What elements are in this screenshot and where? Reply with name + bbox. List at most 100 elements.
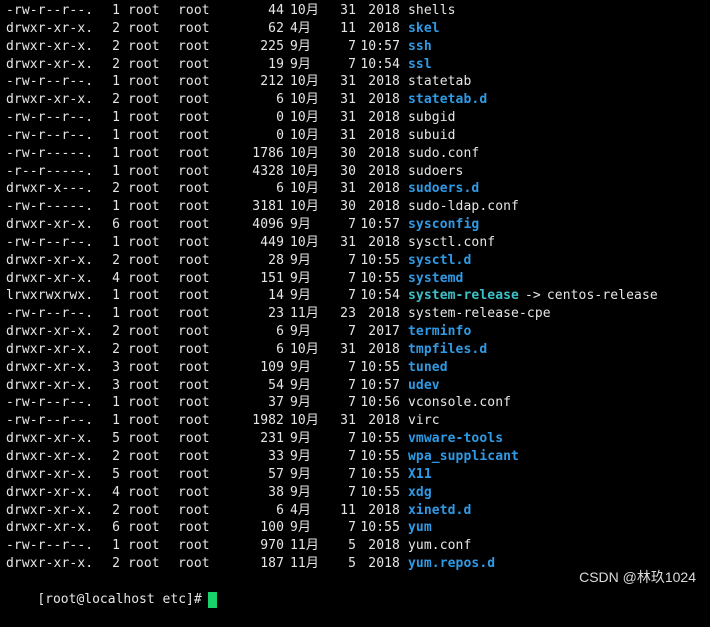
link-count-field: 2 — [112, 92, 120, 108]
listing-row: drwxr-xr-x. 4 root root 38 9月 7 10:55 xdg — [6, 484, 432, 502]
permissions-field: drwxr-xr-x. — [6, 359, 94, 375]
size-field: 0 — [276, 127, 284, 143]
csdn-watermark: CSDN @林玖1024 — [579, 569, 696, 585]
permissions-field: -rw-r-----. — [6, 145, 94, 161]
day-field: 7 — [348, 484, 356, 500]
owner-field: root — [128, 163, 160, 179]
terminal-window[interactable]: -rw-r--r--. 1 root root 44 10月 31 2018 shells drw… — [0, 0, 710, 608]
listing-row: -rw-r-----. 1 root root 3181 10月 30 2018 sudo-ld… — [6, 198, 519, 216]
listing-row: -rw-r--r--. 1 root root 0 10月 31 2018 subuid — [6, 127, 456, 145]
group-field: root — [178, 74, 210, 90]
link-count-field: 1 — [112, 288, 120, 304]
time-field: 10:57 — [360, 377, 400, 393]
size-field: 109 — [260, 359, 284, 375]
listing-row: -rw-r--r--. 1 root root 0 10月 31 2018 subgid — [6, 109, 456, 127]
filename-field: ssl — [408, 56, 432, 72]
filename-field: system-release-cpe — [408, 306, 551, 322]
time-field: 2018 — [368, 20, 400, 36]
day-field: 7 — [348, 520, 356, 536]
filename-field: wpa_supplicant — [408, 449, 519, 464]
time-field: 2018 — [368, 538, 400, 554]
owner-field: root — [128, 74, 160, 90]
link-count-field: 1 — [112, 145, 120, 161]
link-count-field: 2 — [112, 56, 120, 72]
group-field: root — [178, 341, 210, 357]
size-field: 6 — [276, 181, 284, 197]
filename-field: sudo.conf — [408, 145, 480, 161]
month-field: 10月 — [290, 3, 319, 18]
owner-field: root — [128, 270, 160, 286]
link-count-field: 6 — [112, 520, 120, 536]
month-field: 9月 — [290, 38, 312, 54]
command-prompt-line[interactable]: [root@localhost etc]# — [6, 573, 217, 608]
month-field: 10月 — [290, 199, 319, 215]
filename-field: yum.repos.d — [408, 556, 496, 572]
link-count-field: 4 — [112, 484, 120, 500]
owner-field: root — [128, 199, 160, 215]
day-field: 7 — [348, 38, 356, 54]
day-field: 7 — [348, 395, 356, 411]
month-field: 11月 — [290, 538, 319, 554]
time-field: 2018 — [368, 502, 400, 518]
link-count-field: 2 — [112, 556, 120, 572]
permissions-field: -rw-r--r--. — [6, 413, 94, 429]
owner-field: root — [128, 466, 160, 482]
permissions-field: drwxr-xr-x. — [6, 38, 94, 54]
link-count-field: 1 — [112, 74, 120, 90]
owner-field: root — [128, 110, 160, 126]
day-field: 7 — [348, 56, 356, 72]
size-field: 44 — [268, 3, 284, 18]
group-field: root — [178, 217, 210, 233]
filename-field: sysctl.conf — [408, 234, 496, 250]
group-field: root — [178, 520, 210, 536]
group-field: root — [178, 359, 210, 375]
listing-row: drwxr-xr-x. 5 root root 231 9月 7 10:55 vmware-to… — [6, 430, 503, 448]
group-field: root — [178, 92, 210, 108]
size-field: 57 — [268, 466, 284, 482]
link-count-field: 1 — [112, 234, 120, 250]
owner-field: root — [128, 252, 160, 268]
month-field: 9月 — [290, 56, 312, 72]
permissions-field: drwxr-xr-x. — [6, 252, 94, 268]
permissions-field: drwxr-xr-x. — [6, 92, 94, 108]
time-field: 2018 — [368, 127, 400, 143]
permissions-field: drwxr-xr-x. — [6, 20, 94, 36]
owner-field: root — [128, 288, 160, 304]
day-field: 31 — [340, 92, 356, 108]
listing-row: drwxr-xr-x. 6 root root 100 9月 7 10:55 yum — [6, 519, 432, 537]
filename-field: skel — [408, 20, 440, 36]
owner-field: root — [128, 377, 160, 393]
day-field: 31 — [340, 110, 356, 126]
filename-field: subuid — [408, 127, 456, 143]
owner-field: root — [128, 484, 160, 500]
link-count-field: 1 — [112, 3, 120, 18]
size-field: 225 — [260, 38, 284, 54]
filename-field: shells — [408, 3, 456, 18]
owner-field: root — [128, 502, 160, 518]
filename-field: ssh — [408, 38, 432, 54]
time-field: 2018 — [368, 3, 400, 18]
link-count-field: 1 — [112, 306, 120, 322]
link-count-field: 2 — [112, 324, 120, 340]
month-field: 9月 — [290, 217, 312, 233]
owner-field: root — [128, 449, 160, 464]
permissions-field: -rw-r--r--. — [6, 395, 94, 411]
permissions-field: -rw-r--r--. — [6, 110, 94, 126]
listing-row: drwxr-xr-x. 3 root root 109 9月 7 10:55 tuned — [6, 359, 448, 377]
listing-row: drwxr-xr-x. 2 root root 6 4月 11 2018 xinetd.d — [6, 502, 471, 520]
filename-field: sysconfig — [408, 217, 480, 233]
day-field: 7 — [348, 324, 356, 340]
permissions-field: drwxr-x---. — [6, 181, 94, 197]
time-field: 10:55 — [360, 431, 400, 447]
month-field: 9月 — [290, 324, 312, 340]
owner-field: root — [128, 520, 160, 536]
permissions-field: -rw-r--r--. — [6, 538, 94, 554]
time-field: 2018 — [368, 556, 400, 572]
owner-field: root — [128, 324, 160, 340]
time-field: 2018 — [368, 306, 400, 322]
size-field: 151 — [260, 270, 284, 286]
permissions-field: drwxr-xr-x. — [6, 377, 94, 393]
filename-field: terminfo — [408, 324, 472, 340]
size-field: 28 — [268, 252, 284, 268]
filename-field: statetab.d — [408, 92, 488, 108]
